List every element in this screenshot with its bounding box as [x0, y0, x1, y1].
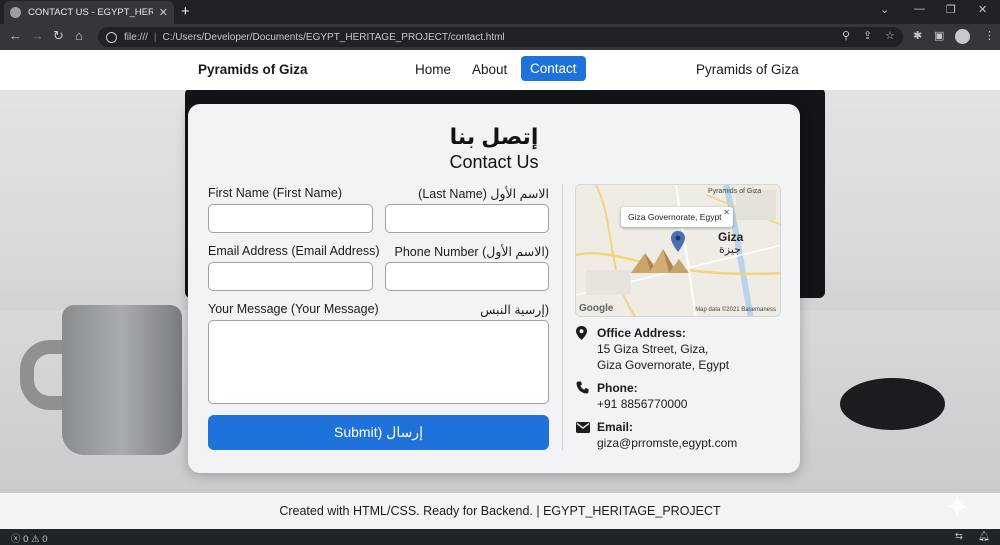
minimize-icon[interactable]: —	[914, 3, 925, 15]
contact-card: إتصل بنا Contact Us First Name (First Na…	[188, 104, 800, 473]
address-bar[interactable]: file:/// | C:/Users/Developer/Documents/…	[98, 27, 903, 47]
warning-count: 0	[42, 534, 48, 545]
email-info: Email: giza@prromste,egypt.com	[576, 419, 737, 451]
extensions-icon[interactable]: ✱	[913, 30, 922, 42]
mail-icon	[576, 419, 590, 451]
map-popup-text: Giza Governorate, Egypt	[628, 212, 722, 222]
column-divider	[562, 184, 563, 450]
browser-tab[interactable]: CONTACT US - EGYPT_HERITAGE ✕	[4, 1, 174, 24]
background-mouse	[840, 378, 945, 430]
tab-search-icon[interactable]: ⌄	[880, 3, 889, 16]
map-city-label-arabic: جيزة	[719, 244, 741, 256]
last-name-field[interactable]	[385, 204, 549, 233]
phone-heading: Phone:	[597, 381, 638, 395]
restore-icon[interactable]: ❐	[946, 3, 956, 16]
nav-link-contact[interactable]: Contact	[521, 56, 586, 81]
url-text: C:/Users/Developer/Documents/EGYPT_HERIT…	[162, 31, 505, 43]
office-address: Office Address: 15 Giza Street, Giza, Gi…	[576, 325, 729, 373]
map-pyramids-label: Pyramids of Giza	[708, 188, 762, 195]
google-logo: Google	[579, 303, 614, 314]
site-navbar: Pyramids of Giza Home About Contact Pyra…	[0, 50, 1000, 90]
phone-info: Phone: +91 8856770000	[576, 380, 687, 412]
star-icon[interactable]: ☆	[885, 30, 895, 42]
address-heading: Office Address:	[597, 326, 686, 340]
page-title: Contact Us	[449, 152, 539, 172]
browser-toolbar: ← → ↻ ⌂ file:/// | C:/Users/Developer/Do…	[0, 24, 1000, 50]
submit-button[interactable]: Submit) إرسال	[208, 415, 549, 450]
share-icon[interactable]: ⇪	[863, 30, 872, 42]
zoom-icon[interactable]: ⚲	[842, 30, 850, 42]
email-heading: Email:	[597, 420, 634, 434]
map-embed[interactable]: Pyramids of Giza Giza Governorate, Egypt…	[575, 184, 781, 317]
site-brand[interactable]: Pyramids of Giza	[198, 62, 308, 77]
tab-title: CONTACT US - EGYPT_HERITAGE	[28, 7, 153, 18]
footer-text: Created with HTML/CSS. Ready for Backend…	[279, 504, 721, 518]
tab-strip: CONTACT US - EGYPT_HERITAGE ✕ + ⌄ — ❐ ✕	[0, 0, 1000, 24]
url-separator: |	[153, 31, 157, 43]
first-name-field[interactable]	[208, 204, 373, 233]
phone-label: Phone Number (الاسم الأول)	[394, 245, 549, 259]
notification-icon[interactable]: ⇆	[955, 531, 963, 542]
reload-icon[interactable]: ↻	[53, 29, 64, 43]
first-name-label: First Name (First Name)	[208, 186, 343, 200]
new-tab-button[interactable]: +	[181, 3, 190, 20]
message-field[interactable]	[208, 320, 549, 404]
address-line-1: 15 Giza Street, Giza,	[597, 342, 709, 356]
close-window-icon[interactable]: ✕	[978, 3, 987, 16]
globe-icon	[10, 7, 21, 18]
web-page: Pyramids of Giza Home About Contact Pyra…	[0, 50, 1000, 529]
location-marker-icon[interactable]	[671, 231, 685, 253]
email-label: Email Address (Email Address)	[208, 244, 380, 258]
nav-link-about[interactable]: About	[472, 62, 507, 77]
site-footer: Created with HTML/CSS. Ready for Backend…	[0, 493, 1000, 529]
map-info-popup: Giza Governorate, Egypt ✕	[621, 207, 733, 227]
background-mug	[62, 305, 182, 455]
close-tab-icon[interactable]: ✕	[159, 6, 168, 19]
page-title-arabic: إتصل بنا	[449, 124, 539, 149]
profile-icon[interactable]	[955, 29, 970, 44]
message-label: Your Message (Your Message)	[208, 302, 379, 316]
map-city-label: Giza	[718, 230, 744, 244]
problems-indicator[interactable]: ⓧ 0 ⚠ 0	[11, 531, 48, 545]
url-scheme: file:///	[124, 31, 148, 43]
phone-icon	[576, 380, 590, 412]
email-address[interactable]: giza@prromste,egypt.com	[597, 435, 737, 451]
close-icon[interactable]: ✕	[723, 208, 730, 217]
address-line-2: Giza Governorate, Egypt	[597, 358, 730, 372]
bell-icon[interactable]: 🔔︎	[978, 531, 990, 542]
nav-link-home[interactable]: Home	[415, 62, 451, 77]
message-label-arabic: إرسية النبس)	[480, 303, 549, 317]
location-pin-icon	[576, 325, 590, 373]
phone-number: +91 8856770000	[597, 397, 688, 411]
error-icon: ⓧ	[11, 534, 21, 545]
last-name-label: (Last Name) الاسم الأول	[418, 187, 549, 201]
map-credits: Map data ©2021 Basemaness	[695, 307, 776, 313]
site-brand-right[interactable]: Pyramids of Giza	[696, 62, 799, 77]
email-field[interactable]	[208, 262, 373, 291]
sidepanel-icon[interactable]: ▣	[934, 30, 944, 42]
sparkle-icon: ✦	[944, 489, 971, 525]
menu-icon[interactable]: ⋮	[984, 30, 995, 42]
info-icon[interactable]	[106, 31, 117, 43]
warning-icon: ⚠	[31, 534, 40, 545]
home-icon[interactable]: ⌂	[75, 29, 83, 43]
status-bar: ⓧ 0 ⚠ 0 ⇆ 🔔︎	[0, 529, 1000, 545]
phone-field[interactable]	[385, 262, 549, 291]
back-icon[interactable]: ←	[9, 29, 22, 43]
forward-icon[interactable]: →	[31, 29, 44, 43]
error-count: 0	[23, 534, 29, 545]
